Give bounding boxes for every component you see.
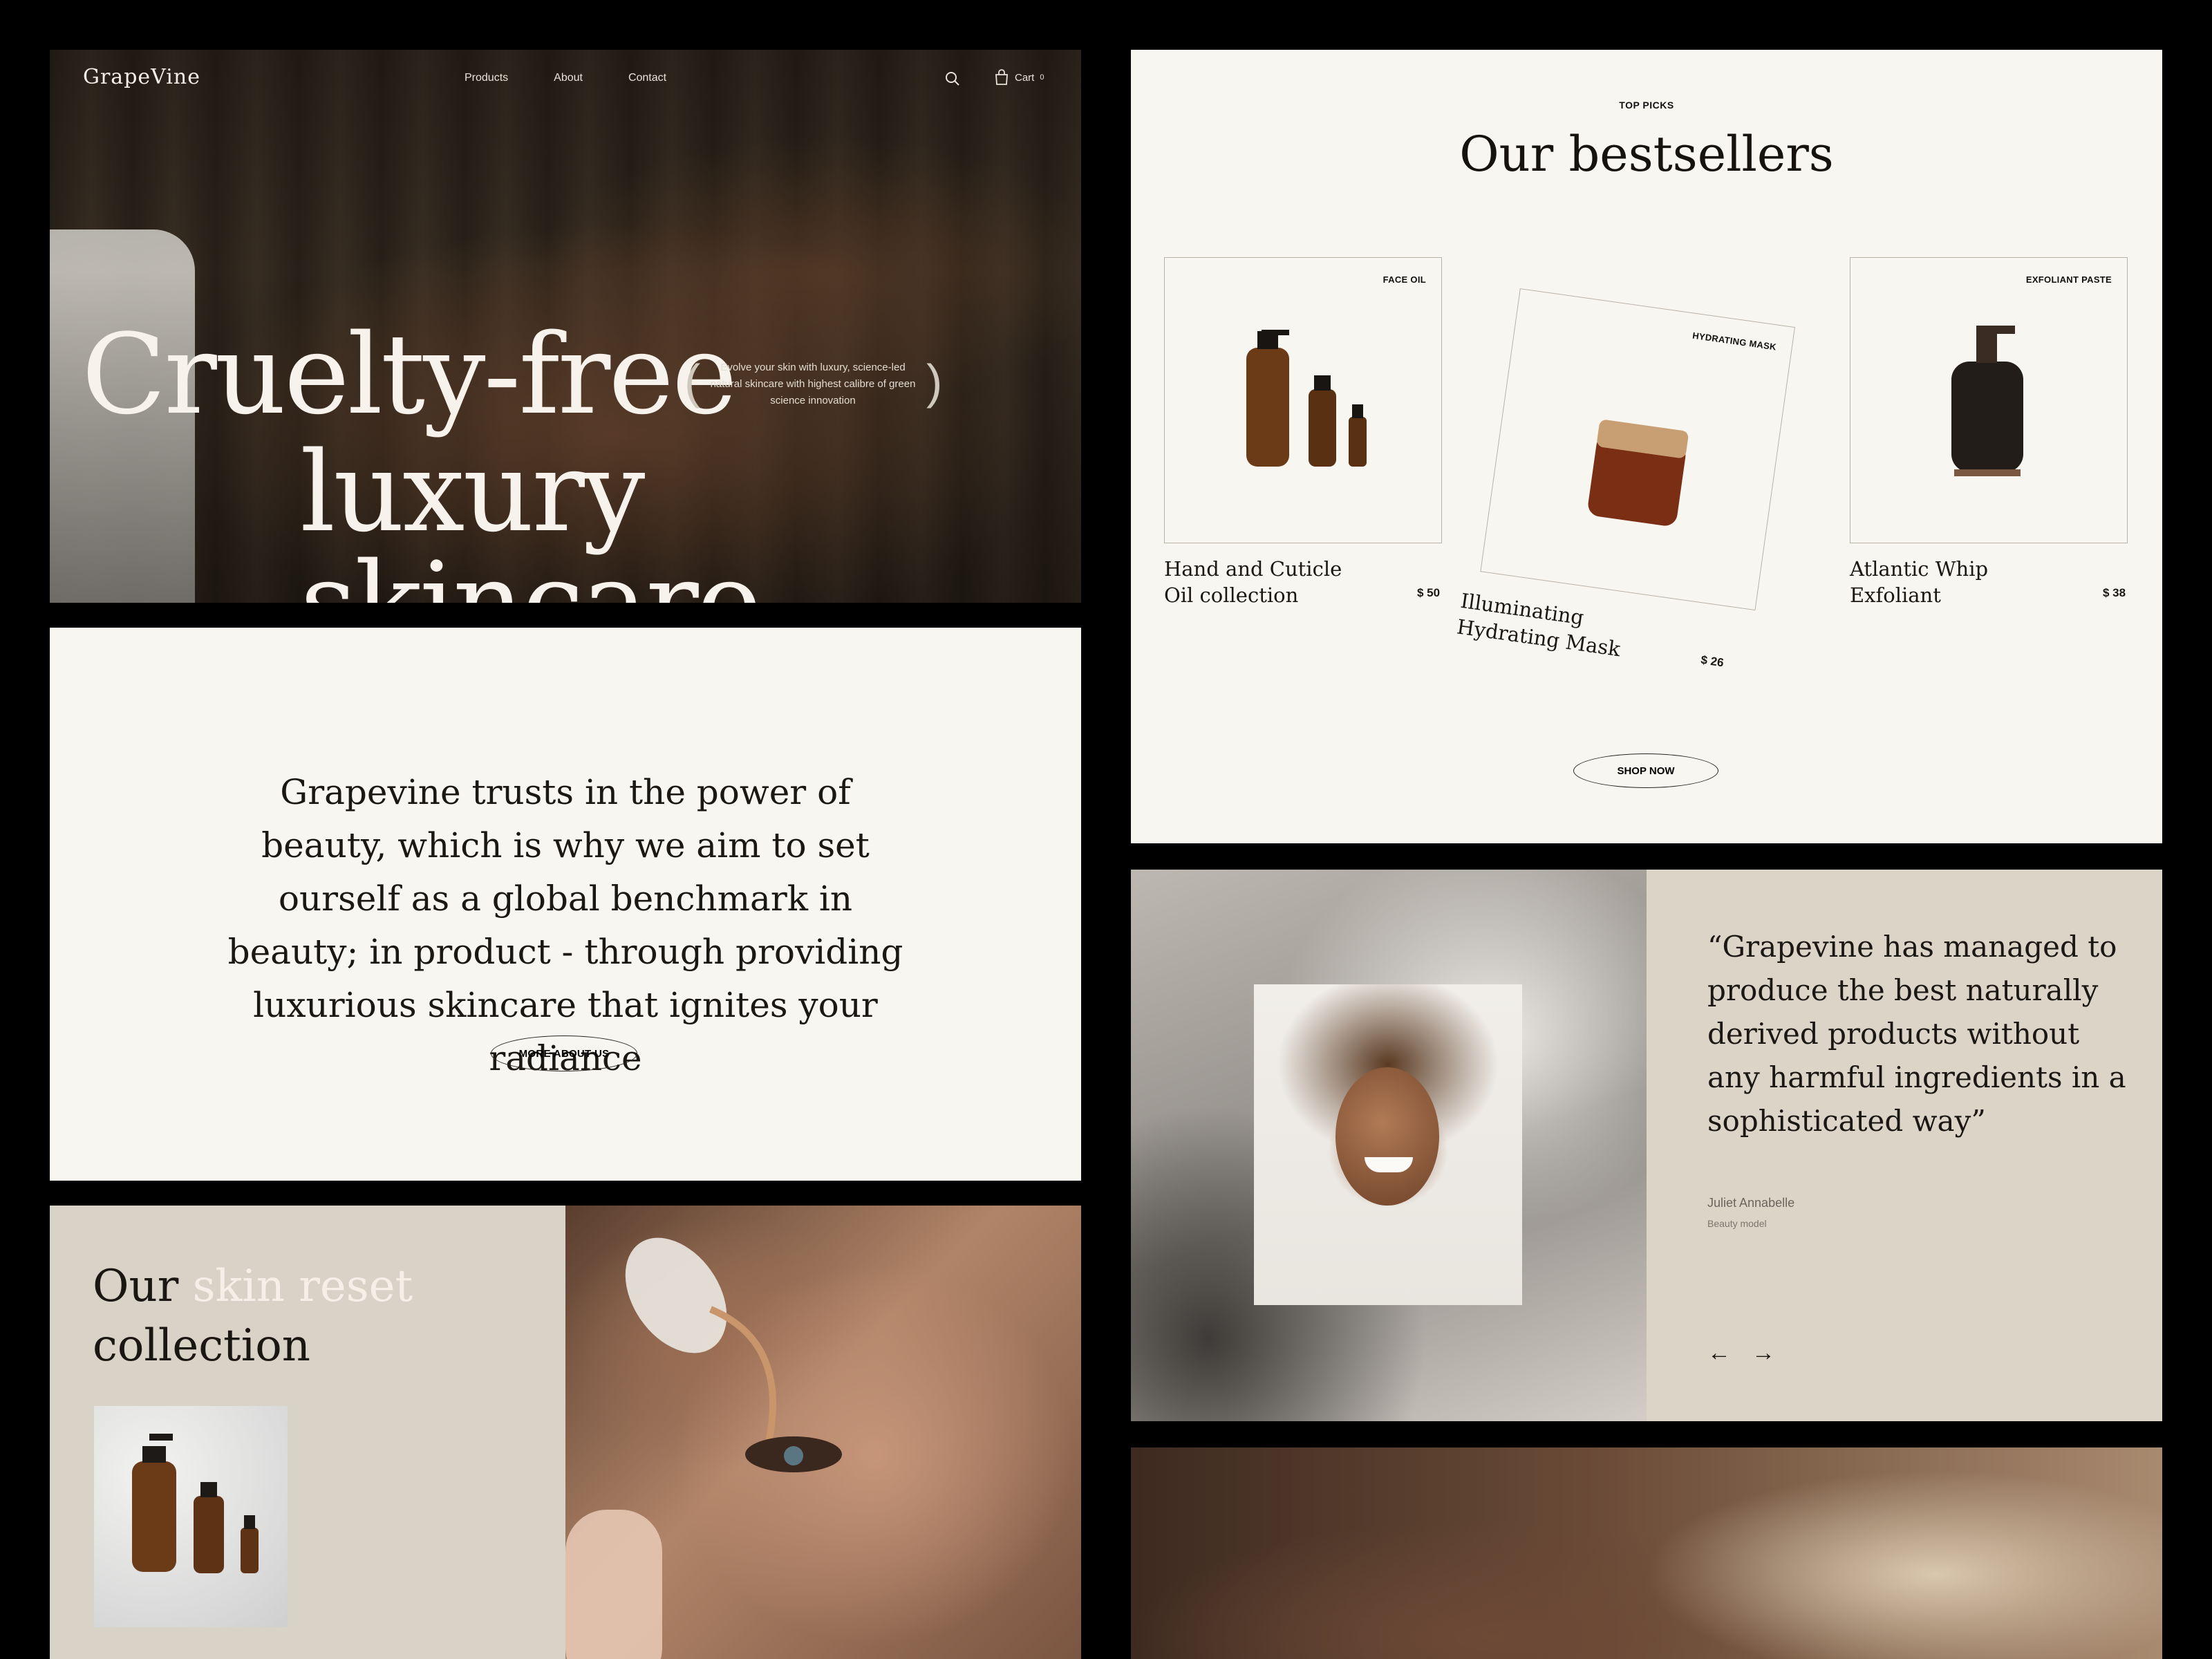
hero-panel: GrapeVine Products About Contact Cart 0 …: [50, 50, 1081, 603]
collection-title-part2: collection: [93, 1320, 310, 1371]
hero-tagline: Evolve your skin with luxury, science-le…: [710, 362, 916, 406]
statement-panel: Grapevine trusts in the power of beauty,…: [50, 628, 1081, 1181]
cart-label: Cart: [1015, 71, 1035, 84]
oil-bottles-image: [1246, 330, 1367, 467]
collection-title-highlight: skin reset: [192, 1261, 413, 1312]
spa-photo-panel: [1131, 1447, 2162, 1659]
testimonial-quote: “Grapevine has managed to produce the be…: [1707, 930, 2126, 1138]
product-name-1-line1: Hand and Cuticle: [1164, 557, 1342, 581]
bestsellers-heading: Our bestsellers: [1459, 126, 1834, 182]
logo[interactable]: GrapeVine: [83, 65, 200, 89]
cart-button[interactable]: Cart 0: [994, 69, 1044, 86]
product-name-3[interactable]: Atlantic Whip Exfoliant: [1850, 556, 1988, 608]
product-card-exfoliant-paste[interactable]: EXFOLIANT PASTE: [1850, 257, 2128, 543]
product-name-1-line2: Oil collection: [1164, 583, 1299, 607]
left-paren-decoration: (: [684, 355, 701, 409]
product-name-2[interactable]: Illuminating Hydrating Mask: [1455, 588, 1625, 662]
cart-count: 0: [1040, 73, 1044, 82]
testimonial-role: Beauty model: [1707, 1218, 1767, 1229]
product-card-face-oil[interactable]: FACE OIL: [1164, 257, 1442, 543]
exfoliant-bottle-image: [1951, 326, 2023, 476]
face-roller-photo: [565, 1206, 1081, 1659]
product-tag: FACE OIL: [1382, 274, 1426, 285]
product-name-3-line1: Atlantic Whip: [1850, 557, 1989, 581]
arrow-left-icon[interactable]: ←: [1707, 1340, 1731, 1367]
arrow-right-icon[interactable]: →: [1752, 1340, 1775, 1367]
product-name-3-line2: Exfoliant: [1850, 583, 1941, 607]
product-price-3: $ 38: [2103, 586, 2126, 599]
collection-panel: Our skin reset collection: [50, 1206, 1081, 1659]
cart-bag-icon: [995, 69, 1008, 85]
testimonial-portrait: [1254, 984, 1522, 1305]
collection-product-image[interactable]: [94, 1406, 288, 1627]
testimonial-nav: ← →: [1707, 1340, 1775, 1367]
hero-tagline-block: ( Evolve your skin with luxury, science-…: [684, 355, 942, 409]
nav-link-products[interactable]: Products: [465, 72, 508, 84]
jade-roller-illustration: [565, 1237, 842, 1659]
portrait-smile: [1365, 1157, 1413, 1172]
collection-title: Our skin reset collection: [93, 1257, 413, 1376]
shop-now-button[interactable]: SHOP NOW: [1573, 753, 1718, 788]
testimonial-panel: “Grapevine has managed to produce the be…: [1131, 870, 2162, 1421]
right-paren-decoration: ): [926, 355, 943, 409]
product-tag: EXFOLIANT PASTE: [2025, 274, 2112, 285]
nav-link-about[interactable]: About: [554, 72, 583, 84]
search-icon[interactable]: [944, 71, 961, 87]
product-price-2: $ 26: [1700, 653, 1725, 670]
bestsellers-kicker: TOP PICKS: [1619, 100, 1674, 111]
collection-title-part1: Our: [93, 1261, 193, 1312]
hero-headline-line2: luxury skincare: [300, 427, 762, 603]
product-price-1: $ 50: [1417, 586, 1441, 599]
more-about-us-button[interactable]: MORE ABOUT US: [491, 1035, 637, 1071]
testimonial-author: Juliet Annabelle: [1707, 1196, 1795, 1210]
bestsellers-panel: TOP PICKS Our bestsellers FACE OIL Hand …: [1131, 50, 2162, 843]
nav-link-contact[interactable]: Contact: [628, 72, 666, 84]
product-card-hydrating-mask-wrap: HYDRATING MASK Illuminating Hydrating Ma…: [1451, 286, 1806, 712]
portrait-face: [1335, 1067, 1439, 1206]
product-card-hydrating-mask[interactable]: HYDRATING MASK: [1480, 288, 1795, 611]
product-name-1[interactable]: Hand and Cuticle Oil collection: [1164, 556, 1342, 608]
bottles-illustration: [132, 1434, 259, 1573]
hero-headline-line1: Cruelty-free: [82, 310, 738, 439]
main-nav: Products About Contact: [465, 72, 666, 84]
